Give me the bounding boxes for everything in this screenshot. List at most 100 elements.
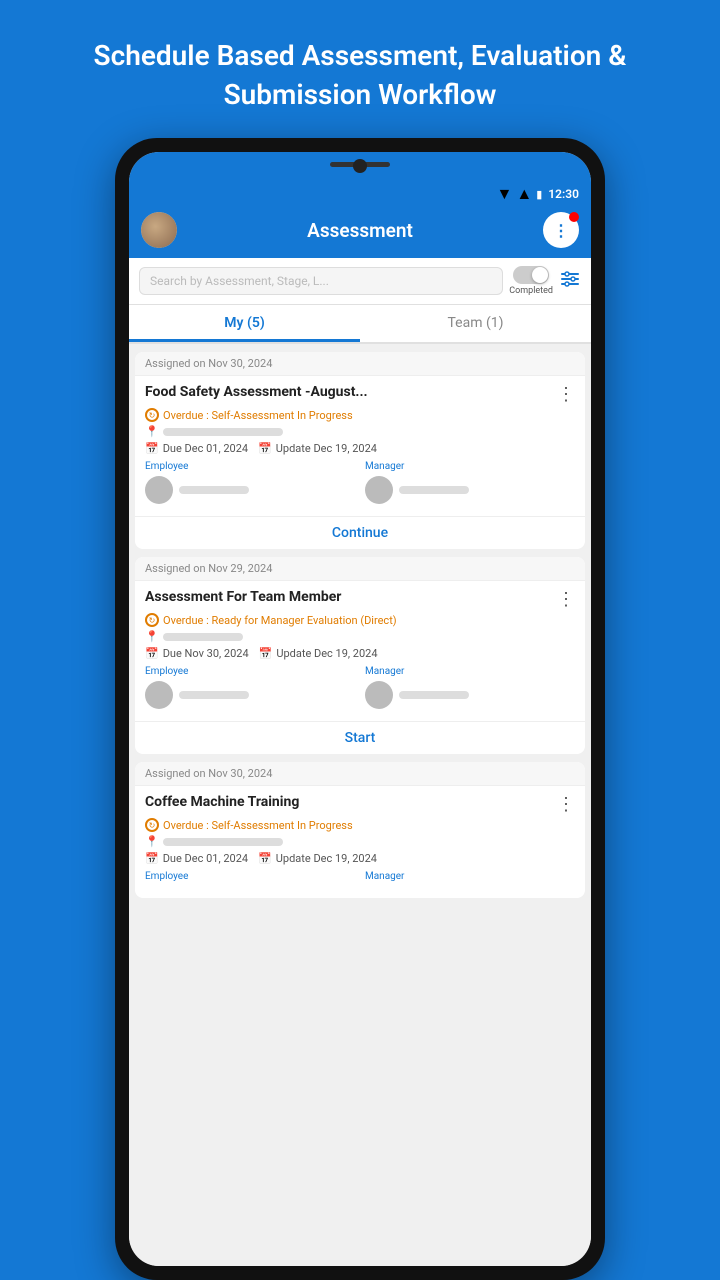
location-row-2: 📍 [145,630,575,643]
card-menu-3[interactable]: ⋮ [551,794,575,815]
manager-name-2 [399,691,469,699]
employee-label-2: Employee [145,666,355,677]
phone-notch [129,152,591,180]
status-time: 12:30 [548,187,579,201]
location-pin-2: 📍 [145,630,159,643]
status-text-3: Overdue : Self-Assessment In Progress [163,819,353,832]
manager-info-1 [365,476,575,504]
status-row-3: ↻ Overdue : Self-Assessment In Progress [145,818,575,832]
assessment-card-1: Assigned on Nov 30, 2024 Food Safety Ass… [135,352,585,549]
card-header-1: Assigned on Nov 30, 2024 [135,352,585,376]
location-pin-1: 📍 [145,425,159,438]
card-title-row-3: Coffee Machine Training ⋮ [145,794,575,815]
employee-block-2: Employee [145,666,355,709]
dates-row-3: 📅 Due Dec 01, 2024 📅 Update Dec 19, 2024 [145,852,575,865]
filter-icon[interactable] [559,268,581,295]
employee-label-1: Employee [145,461,355,472]
card-action-1[interactable]: Continue [135,516,585,549]
status-dot-1: ↻ [145,408,159,422]
manager-label-3: Manager [365,871,575,882]
manager-block-1: Manager [365,461,575,504]
manager-name-1 [399,486,469,494]
status-row-2: ↻ Overdue : Ready for Manager Evaluation… [145,613,575,627]
card-title-1: Food Safety Assessment -August... [145,384,551,400]
employee-avatar-2 [145,681,173,709]
employee-name-1 [179,486,249,494]
signal-icon: ▲ [516,184,532,204]
manager-label-2: Manager [365,666,575,677]
employee-block-1: Employee [145,461,355,504]
status-text-1: Overdue : Self-Assessment In Progress [163,409,353,422]
location-pin-3: 📍 [145,835,159,848]
tab-team[interactable]: Team (1) [360,305,591,342]
search-placeholder: Search by Assessment, Stage, L... [150,274,329,288]
calendar-icon-3b: 📅 [258,852,272,865]
status-row-1: ↻ Overdue : Self-Assessment In Progress [145,408,575,422]
dates-row-1: 📅 Due Dec 01, 2024 📅 Update Dec 19, 2024 [145,442,575,455]
calendar-icon-2b: 📅 [259,647,273,660]
avatar[interactable] [141,212,177,248]
calendar-icon-3: 📅 [145,852,159,865]
card-menu-2[interactable]: ⋮ [551,589,575,610]
update-date-3: 📅 Update Dec 19, 2024 [258,852,377,865]
card-body-2: Assessment For Team Member ⋮ ↻ Overdue :… [135,581,585,721]
manager-block-3: Manager [365,871,575,886]
card-title-row-1: Food Safety Assessment -August... ⋮ [145,384,575,405]
completed-toggle[interactable]: Completed [509,266,553,296]
card-body-1: Food Safety Assessment -August... ⋮ ↻ Ov… [135,376,585,516]
toggle-switch[interactable] [513,266,549,284]
card-action-2[interactable]: Start [135,721,585,754]
people-row-2: Employee Manager [145,666,575,709]
due-date-3: 📅 Due Dec 01, 2024 [145,852,248,865]
status-text-2: Overdue : Ready for Manager Evaluation (… [163,614,397,627]
location-bar-1 [163,428,283,436]
employee-block-3: Employee [145,871,355,886]
toggle-knob [532,267,548,283]
calendar-icon-1b: 📅 [258,442,272,455]
card-title-2: Assessment For Team Member [145,589,551,605]
card-body-3: Coffee Machine Training ⋮ ↻ Overdue : Se… [135,786,585,898]
avatar-image [141,212,177,248]
status-dot-2: ↻ [145,613,159,627]
employee-info-1 [145,476,355,504]
manager-avatar-2 [365,681,393,709]
location-bar-3 [163,838,283,846]
assessment-card-3: Assigned on Nov 30, 2024 Coffee Machine … [135,762,585,898]
location-bar-2 [163,633,243,641]
header-right: ⋮ [543,212,579,248]
manager-avatar-1 [365,476,393,504]
phone-device: ▼ ▲ ▮ 12:30 Assessment ⋮ Search by Asses… [115,138,605,1280]
status-dot-3: ↻ [145,818,159,832]
status-icons: ▼ ▲ ▮ [497,184,543,204]
people-row-1: Employee Manager [145,461,575,504]
manager-block-2: Manager [365,666,575,709]
search-input[interactable]: Search by Assessment, Stage, L... [139,267,503,295]
camera [353,159,367,173]
update-date-2: 📅 Update Dec 19, 2024 [259,647,378,660]
update-date-1: 📅 Update Dec 19, 2024 [258,442,377,455]
card-header-2: Assigned on Nov 29, 2024 [135,557,585,581]
wifi-icon: ▼ [497,184,513,204]
tab-my[interactable]: My (5) [129,305,360,342]
manager-label-1: Manager [365,461,575,472]
location-row-3: 📍 [145,835,575,848]
tabs-bar: My (5) Team (1) [129,305,591,344]
toggle-label: Completed [509,286,553,296]
card-header-3: Assigned on Nov 30, 2024 [135,762,585,786]
battery-icon: ▮ [536,188,542,201]
due-date-1: 📅 Due Dec 01, 2024 [145,442,248,455]
card-menu-1[interactable]: ⋮ [551,384,575,405]
people-row-3: Employee Manager [145,871,575,886]
card-title-row-2: Assessment For Team Member ⋮ [145,589,575,610]
employee-label-3: Employee [145,871,355,882]
due-date-2: 📅 Due Nov 30, 2024 [145,647,249,660]
notification-dot [569,212,579,222]
search-area: Search by Assessment, Stage, L... Comple… [129,258,591,305]
employee-info-2 [145,681,355,709]
calendar-icon-1: 📅 [145,442,159,455]
employee-name-2 [179,691,249,699]
app-title: Assessment [307,219,413,242]
assessment-card-2: Assigned on Nov 29, 2024 Assessment For … [135,557,585,754]
status-bar: ▼ ▲ ▮ 12:30 [129,180,591,206]
hero-title: Schedule Based Assessment, Evaluation & … [0,0,720,138]
